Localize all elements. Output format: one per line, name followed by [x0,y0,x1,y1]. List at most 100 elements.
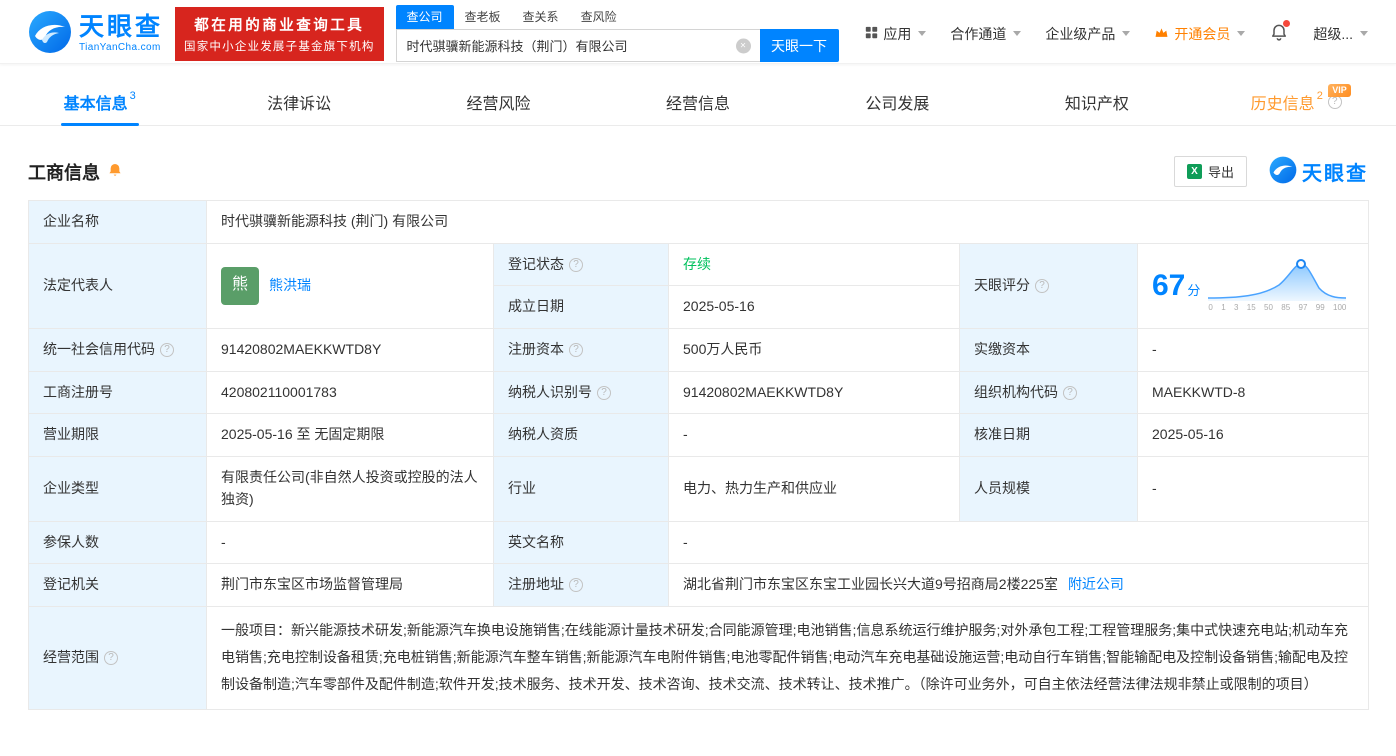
chevron-down-icon [918,31,927,36]
value-text: 荆门市东宝区市场监督管理局 [221,576,403,593]
question-circle-icon[interactable] [1035,278,1049,293]
value-registration-authority: 荆门市东宝区市场监督管理局 [206,563,494,607]
tab-operating-risk[interactable]: 经营风险 [399,79,598,125]
tab-basic-info-label: 基本信息 [63,96,128,113]
search-tab-boss[interactable]: 查老板 [454,5,512,29]
tianyancha-logo[interactable]: 天眼查 TianYanCha.com [28,10,163,57]
chevron-down-icon [1122,31,1131,36]
nav-partner[interactable]: 合作通道 [950,24,1022,44]
label-taxpayer-quality: 纳税人资质 [493,413,669,458]
value-text: 2025-05-16 [1152,426,1224,443]
legal-rep-link[interactable]: 熊洪瑞 [269,275,311,297]
label-text: 组织机构代码 [974,383,1058,400]
value-text: - [1152,479,1157,496]
status-badge: 存续 [683,255,711,272]
question-circle-icon[interactable] [1327,95,1342,109]
axis-tick: 85 [1281,303,1291,313]
question-circle-icon[interactable] [569,342,583,357]
nav-enterprise-label: 企业级产品 [1045,25,1116,42]
nav-open-vip[interactable]: 开通会员 [1154,24,1246,44]
export-button[interactable]: X 导出 [1173,156,1247,187]
legal-rep-avatar[interactable]: 熊 [221,266,259,305]
question-circle-icon[interactable] [160,342,174,357]
value-text: 2025-05-16 至 无固定期限 [221,426,385,443]
label-business-term: 营业期限 [28,413,207,458]
promo-line1: 都在用的商业查询工具 [194,17,365,34]
value-registered-capital: 500万人民币 [668,328,960,372]
tab-operating-risk-label: 经营风险 [466,96,531,113]
tab-history-info-label: 历史信息 [1250,96,1315,113]
axis-tick: 3 [1233,303,1239,313]
question-circle-icon[interactable] [597,385,611,400]
value-text: - [221,533,226,550]
watermark-brand-text: 天眼查 [1302,163,1368,185]
label-registered-address: 注册地址 [493,563,669,607]
search-tab-relation[interactable]: 查关系 [512,5,570,29]
top-nav: 应用 合作通道 企业级产品 开通会员 超级... [865,20,1368,45]
tianyancha-wave-icon [1269,156,1297,187]
watermark-brand: 天眼查 [1269,156,1368,187]
value-business-term: 2025-05-16 至 无固定期限 [206,413,494,458]
label-staff-size: 人员规模 [959,456,1138,522]
label-registered-capital: 注册资本 [493,328,669,372]
axis-tick: 100 [1333,303,1347,313]
table-row: 参保人数 - 英文名称 - [28,520,1370,565]
question-circle-icon[interactable] [569,257,583,272]
question-circle-icon[interactable] [1063,385,1077,400]
tab-company-development-label: 公司发展 [865,96,930,113]
notification-bell[interactable] [1269,20,1291,45]
value-english-name: - [667,520,1370,565]
brand-name: 天眼查 [79,13,164,42]
value-registration-number: 420802110001783 [206,370,494,415]
question-circle-icon[interactable] [569,578,583,593]
value-staff-size: - [1136,456,1370,522]
logo-text: 天眼查 TianYanCha.com [79,13,163,53]
export-button-label: 导出 [1207,165,1234,180]
nearby-companies-link[interactable]: 附近公司 [1068,576,1124,592]
nav-enterprise[interactable]: 企业级产品 [1045,24,1131,44]
table-row: 经营范围 一般项目：新兴能源技术研发;新能源汽车换电设施销售;在线能源计量技术研… [28,605,1370,710]
label-text: 工商注册号 [43,383,113,400]
search-button[interactable]: 天眼一下 [759,29,839,62]
value-text: MAEKKWTD-8 [1152,383,1246,400]
label-approval-date: 核准日期 [959,413,1138,458]
score-block: 67 分 0 1 3 15 50 85 97 99 100 [1152,257,1354,314]
label-insured-count: 参保人数 [28,520,207,565]
label-registration-number: 工商注册号 [28,370,207,415]
value-text: - [1152,341,1157,358]
tab-company-development[interactable]: 公司发展 [798,79,997,125]
tab-legal-proceedings[interactable]: 法律诉讼 [199,79,398,125]
nav-user[interactable]: 超级... [1313,24,1368,44]
promo-banner[interactable]: 都在用的商业查询工具 国家中小企业发展子基金旗下机构 [175,6,384,61]
value-company-type: 有限责任公司(非自然人投资或控股的法人独资) [206,456,494,522]
label-text: 行业 [508,479,536,496]
search-tab-company[interactable]: 查公司 [395,5,454,29]
axis-tick: 1 [1221,303,1226,313]
subscribe-bell-icon[interactable] [107,162,123,181]
value-text: 2025-05-16 [683,298,755,315]
axis-tick: 97 [1298,303,1308,313]
label-text: 纳税人识别号 [508,383,592,400]
label-text: 参保人数 [43,533,99,550]
value-text: 有限责任公司(非自然人投资或控股的法人独资) [221,469,478,507]
tab-basic-info[interactable]: 基本信息 3 [0,79,199,125]
value-establish-date: 2025-05-16 [668,285,960,330]
table-row: 统一社会信用代码 91420802MAEKKWTD8Y 注册资本 500万人民币… [28,328,1370,372]
label-text: 纳税人资质 [508,426,578,443]
search-tab-risk[interactable]: 查风险 [570,5,628,29]
nav-apps[interactable]: 应用 [865,24,927,44]
question-circle-icon[interactable] [104,650,118,665]
tab-history-info[interactable]: 历史信息 2 VIP [1197,79,1396,125]
label-registration-status: 登记状态 [493,242,669,287]
value-tianyan-score: 67 分 0 1 3 15 50 85 97 99 100 [1136,242,1370,330]
axis-tick: 99 [1315,303,1325,313]
label-text: 实缴资本 [974,341,1030,358]
label-wrap: 经营范围 [43,647,192,669]
tab-operating-info[interactable]: 经营信息 [598,79,797,125]
label-english-name: 英文名称 [493,520,669,565]
clear-search-icon[interactable]: × [735,38,751,53]
promo-line2: 国家中小企业发展子基金旗下机构 [184,40,375,53]
search-input[interactable] [395,29,760,62]
axis-tick: 0 [1208,303,1213,313]
tab-intellectual-property[interactable]: 知识产权 [997,79,1196,125]
